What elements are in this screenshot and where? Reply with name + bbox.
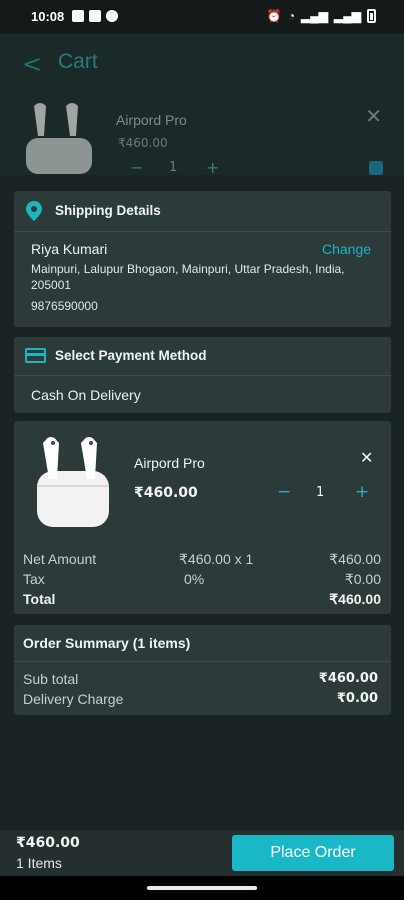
shipping-phone: 9876590000 (31, 299, 98, 313)
row-value: ₹0.00 (344, 571, 381, 587)
bg-item-name: Airpord Pro (116, 112, 187, 128)
row-calc: 0% (184, 571, 205, 587)
status-bar: 10:08 ⏰ ◔ ▂▄▆ ▂▄▆ (0, 0, 404, 34)
airpods-image (37, 437, 109, 527)
quantity-value: 1 (316, 485, 325, 500)
message-icon (89, 10, 101, 22)
subtotal-value: ₹460.00 (318, 671, 378, 686)
subtotal-row: Sub total ₹460.00 (23, 671, 378, 689)
row-value: ₹460.00 (329, 591, 381, 607)
location-pin-icon (26, 201, 42, 221)
bg-quantity: 1 (169, 160, 178, 175)
row-calc: ₹460.00 x 1 (179, 551, 254, 567)
row-value: ₹460.00 (329, 551, 381, 567)
bg-checkbox (369, 161, 383, 175)
wifi-icon: ◔ (287, 9, 296, 23)
page-title: Cart (58, 50, 98, 73)
payment-title: Select Payment Method (55, 348, 207, 363)
order-summary-title: Order Summary (1 items) (23, 635, 191, 651)
app-icon (106, 10, 118, 22)
payment-method-value[interactable]: Cash On Delivery (31, 387, 141, 403)
delivery-label: Delivery Charge (23, 691, 124, 707)
remove-item-icon[interactable]: ✕ (360, 448, 373, 467)
bg-close-icon: ✕ (365, 104, 382, 128)
notification-icon (72, 10, 84, 22)
battery-icon (367, 9, 376, 23)
place-order-button[interactable]: Place Order (232, 835, 394, 871)
divider (14, 375, 391, 376)
tax-row: Tax 0% ₹0.00 (23, 571, 381, 589)
alarm-icon: ⏰ (266, 9, 282, 23)
signal-icon: ▂▄▆ (301, 9, 329, 23)
row-label: Tax (23, 571, 45, 587)
total-row: Total ₹460.00 (23, 591, 381, 609)
airpods-thumbnail (26, 103, 92, 174)
change-address-link[interactable]: Change (322, 241, 371, 257)
divider (14, 231, 391, 232)
divider (14, 661, 391, 662)
bg-item-price: ₹460.00 (118, 136, 168, 150)
home-indicator[interactable] (147, 886, 257, 890)
status-time: 10:08 (31, 9, 65, 24)
item-price: ₹460.00 (134, 485, 198, 501)
row-label: Total (23, 591, 56, 607)
credit-card-icon (25, 348, 46, 363)
back-arrow-icon[interactable]: < (22, 50, 42, 78)
recipient-name: Riya Kumari (31, 241, 108, 257)
shipping-address: Mainpuri, Lalupur Bhogaon, Mainpuri, Utt… (31, 262, 345, 292)
item-name: Airpord Pro (134, 455, 205, 471)
subtotal-label: Sub total (23, 671, 79, 687)
bottom-item-count: 1 Items (16, 855, 62, 871)
delivery-row: Delivery Charge ₹0.00 (23, 691, 378, 709)
notification-icons (72, 10, 118, 22)
delivery-value: ₹0.00 (336, 691, 378, 706)
increase-quantity-button[interactable]: + (355, 482, 369, 502)
signal-icon-2: ▂▄▆ (334, 9, 361, 23)
row-label: Net Amount (23, 551, 97, 567)
system-icons: ⏰ ◔ ▂▄▆ ▂▄▆ (267, 9, 376, 23)
net-amount-row: Net Amount ₹460.00 x 1 ₹460.00 (23, 551, 381, 569)
bottom-total: ₹460.00 (16, 835, 80, 851)
decrease-quantity-button[interactable]: − (277, 482, 291, 502)
shipping-title: Shipping Details (55, 203, 161, 218)
